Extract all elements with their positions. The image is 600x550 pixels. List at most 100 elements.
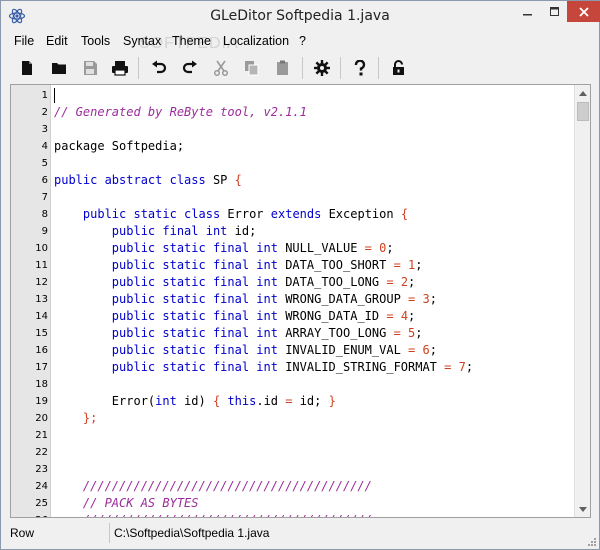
code-line[interactable]: 2 // Generated by ReByte tool, v2.1.1	[11, 104, 576, 121]
arrow-up-icon	[579, 90, 587, 96]
code-text: public final int id;	[54, 223, 257, 240]
code-line[interactable]: 8 public static class Error extends Exce…	[11, 206, 576, 223]
code-token: {	[234, 173, 242, 187]
code-token: ;	[408, 275, 416, 289]
line-number: 21	[35, 430, 48, 441]
code-line[interactable]: 9 public final int id;	[11, 223, 576, 240]
cut-button[interactable]	[209, 56, 233, 80]
save-button[interactable]	[78, 56, 102, 80]
code-line[interactable]: 14 public static final int WRONG_DATA_ID…	[11, 308, 576, 325]
code-token: public static final int	[111, 292, 278, 306]
code-line[interactable]: 22	[11, 444, 576, 461]
code-line[interactable]: 15 public static final int ARRAY_TOO_LON…	[11, 325, 576, 342]
code-line[interactable]: 20 };	[11, 410, 576, 427]
minimize-icon	[523, 13, 532, 15]
close-icon	[578, 6, 589, 17]
maximize-icon	[550, 6, 559, 16]
open-file-button[interactable]	[47, 56, 71, 80]
code-line[interactable]: 21	[11, 427, 576, 444]
code-token: ARRAY_TOO_LONG	[277, 326, 394, 340]
code-line[interactable]: 7	[11, 189, 576, 206]
code-text: public static final int INVALID_STRING_F…	[54, 359, 473, 376]
code-token: public static class	[82, 207, 221, 221]
line-number: 10	[35, 243, 48, 254]
code-editor[interactable]: 1 2// Generated by ReByte tool, v2.1.1 3 4 p…	[10, 84, 591, 518]
code-line[interactable]: 25 // PACK AS BYTES	[11, 495, 576, 512]
settings-button[interactable]	[310, 56, 334, 80]
undo-button[interactable]	[147, 56, 171, 80]
line-number: 4	[41, 141, 48, 152]
code-token: // PACK AS BYTES	[54, 496, 199, 510]
new-file-button[interactable]	[15, 56, 39, 80]
code-line[interactable]: 16 public static final int INVALID_ENUM_…	[11, 342, 576, 359]
code-line[interactable]: 3	[11, 121, 576, 138]
menu-localization[interactable]: Localization	[223, 34, 289, 48]
scrollbar-thumb[interactable]	[577, 102, 589, 121]
copy-button[interactable]	[240, 56, 264, 80]
scroll-down-button[interactable]	[575, 501, 590, 517]
line-number: 13	[35, 294, 48, 305]
code-line[interactable]: 11 public static final int DATA_TOO_SHOR…	[11, 257, 576, 274]
code-line[interactable]: 1	[11, 87, 576, 104]
new-file-icon	[22, 61, 32, 75]
line-number: 19	[35, 396, 48, 407]
code-line[interactable]: 17 public static final int INVALID_STRIN…	[11, 359, 576, 376]
line-number: 16	[35, 345, 48, 356]
code-line[interactable]: 6 public abstract class SP {	[11, 172, 576, 189]
code-text: package Softpedia;	[54, 138, 184, 155]
menu-help[interactable]: ?	[299, 34, 306, 48]
code-line[interactable]: 4 package Softpedia;	[11, 138, 576, 155]
code-token: =	[393, 326, 401, 340]
menu-bar: File Edit Tools Syntax Theme Localizatio…	[1, 32, 599, 52]
toolbar-separator	[302, 57, 303, 79]
line-number: 20	[35, 413, 48, 424]
code-line[interactable]: 12 public static final int DATA_TOO_LONG…	[11, 274, 576, 291]
close-button[interactable]	[567, 1, 600, 22]
code-token: public static final int	[111, 326, 278, 340]
code-text: public static final int ARRAY_TOO_LONG =…	[54, 325, 423, 342]
menu-theme[interactable]: Theme	[172, 34, 211, 48]
help-button[interactable]	[348, 56, 372, 80]
code-token: public static final int	[111, 343, 278, 357]
code-line[interactable]: 19 Error(int id) { this.id = id; }	[11, 393, 576, 410]
code-token: // Generated by ReByte tool, v2.1.1	[54, 105, 307, 119]
code-line[interactable]: 24 /////////////////////////////////////…	[11, 478, 576, 495]
maximize-button[interactable]	[541, 1, 569, 22]
code-token: SP	[205, 173, 235, 187]
code-text: public static final int INVALID_ENUM_VAL…	[54, 342, 437, 359]
print-button[interactable]	[108, 56, 132, 80]
code-token: 2	[400, 275, 409, 289]
code-line[interactable]: 5	[11, 155, 576, 172]
menu-edit[interactable]: Edit	[46, 34, 68, 48]
code-line[interactable]: 18	[11, 376, 576, 393]
code-token: =	[393, 258, 401, 272]
resize-grip-icon[interactable]	[586, 536, 596, 546]
lock-toggle-button[interactable]	[387, 56, 411, 80]
code-token: Error	[220, 207, 271, 221]
menu-syntax[interactable]: Syntax	[123, 34, 161, 48]
paste-button[interactable]	[271, 56, 295, 80]
line-number: 15	[35, 328, 48, 339]
code-token: };	[82, 411, 98, 425]
line-number: 22	[35, 447, 48, 458]
minimize-button[interactable]	[514, 1, 542, 22]
scroll-up-button[interactable]	[575, 85, 590, 101]
code-token: int	[155, 394, 177, 408]
code-line[interactable]: 26 /////////////////////////////////////…	[11, 512, 576, 517]
code-token: =	[364, 241, 372, 255]
code-text: public static final int WRONG_DATA_ID = …	[54, 308, 415, 325]
redo-button[interactable]	[178, 56, 202, 80]
menu-tools[interactable]: Tools	[81, 34, 110, 48]
vertical-scrollbar[interactable]	[574, 85, 590, 517]
code-lines[interactable]: 1 2// Generated by ReByte tool, v2.1.1 3 4 p…	[11, 87, 576, 517]
code-line[interactable]: 10 public static final int NULL_VALUE = …	[11, 240, 576, 257]
title-bar[interactable]: GLeDitor Softpedia 1.java	[1, 1, 600, 32]
code-line[interactable]: 13 public static final int WRONG_DATA_GR…	[11, 291, 576, 308]
print-icon	[112, 61, 128, 76]
copy-icon	[245, 61, 259, 76]
menu-file[interactable]: File	[14, 34, 34, 48]
code-line[interactable]: 23	[11, 461, 576, 478]
code-token: 6	[422, 343, 430, 357]
